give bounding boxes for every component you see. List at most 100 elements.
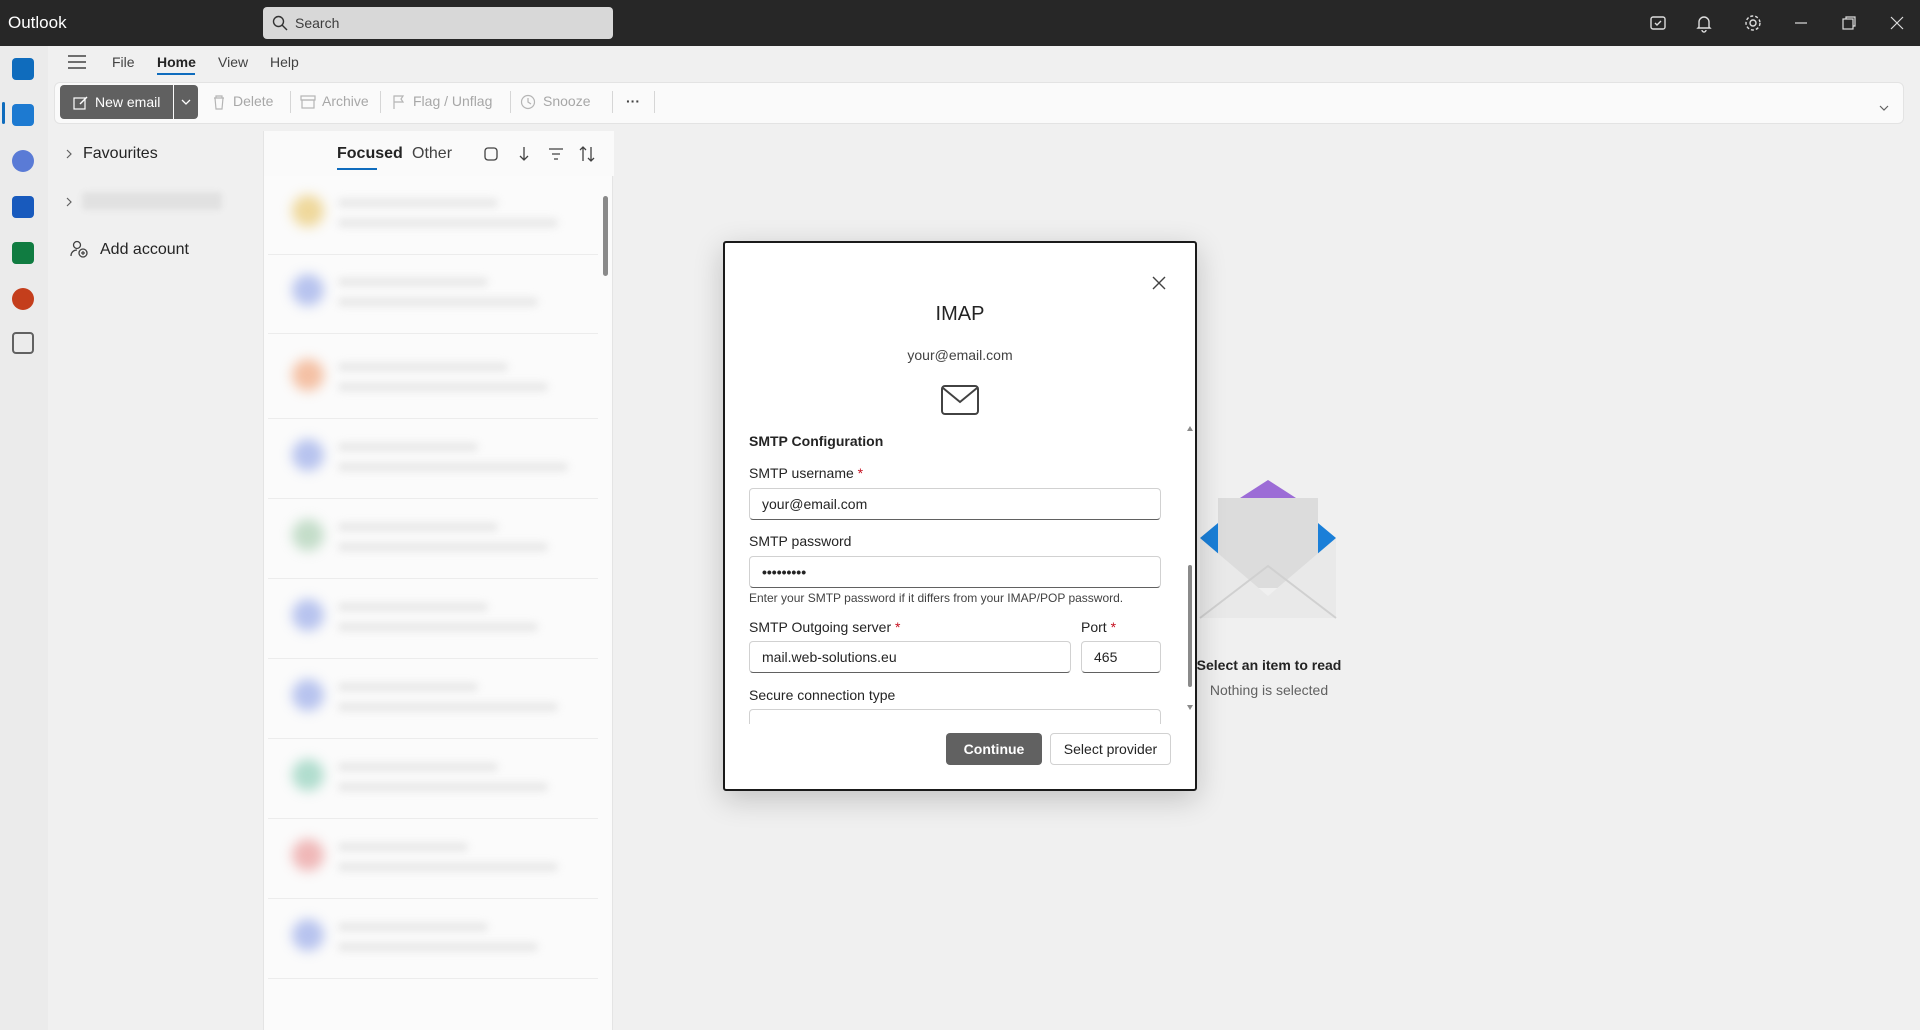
avatar [292, 599, 324, 631]
menu-file[interactable]: File [112, 54, 135, 70]
search-icon [272, 15, 288, 31]
powerpoint-app-icon[interactable] [12, 288, 34, 310]
smtp-password-label: SMTP password [749, 533, 852, 549]
compose-icon [73, 96, 88, 110]
empty-mail-illustration [1199, 480, 1337, 619]
account-name-redacted[interactable] [82, 192, 222, 210]
imap-setup-dialog: IMAP your@email.com SMTP Configuration S… [723, 241, 1197, 791]
list-item[interactable] [268, 661, 598, 739]
rail-active-indicator [2, 102, 5, 124]
avatar [292, 839, 324, 871]
add-account-icon [70, 240, 88, 258]
delete-icon [214, 95, 224, 110]
minimize-icon[interactable] [1791, 13, 1811, 33]
smtp-password-field[interactable]: ••••••••• [749, 556, 1161, 588]
avatar [292, 679, 324, 711]
continue-button[interactable]: Continue [946, 733, 1042, 765]
list-item[interactable] [268, 341, 598, 419]
message-sender-redacted [338, 843, 468, 851]
chevron-right-icon[interactable] [64, 149, 74, 159]
archive-button[interactable]: Archive [322, 93, 369, 109]
menu-home-indicator [157, 73, 195, 75]
dialog-scroll-down-icon[interactable] [1187, 705, 1193, 710]
message-subject-redacted [338, 383, 548, 391]
ribbon-separator [510, 91, 511, 113]
dialog-scrollbar[interactable] [1188, 565, 1192, 687]
excel-app-icon[interactable] [12, 242, 34, 264]
clock-icon [520, 94, 536, 110]
new-email-dropdown[interactable] [174, 85, 198, 119]
secure-connection-select[interactable] [749, 709, 1161, 724]
message-sender-redacted [338, 763, 498, 771]
hamburger-icon[interactable] [68, 55, 86, 69]
list-item[interactable] [268, 256, 598, 334]
avatar [292, 439, 324, 471]
calendar-app-icon[interactable] [12, 104, 34, 126]
menu-home[interactable]: Home [157, 54, 196, 70]
tab-focused[interactable]: Focused [337, 145, 403, 163]
dialog-title: IMAP [935, 303, 985, 325]
list-item[interactable] [268, 821, 598, 899]
word-app-icon[interactable] [12, 196, 34, 218]
title-bar: Outlook Search [0, 0, 1920, 46]
ribbon-separator [290, 91, 291, 113]
filter-icon[interactable] [547, 145, 565, 163]
select-provider-button[interactable]: Select provider [1050, 733, 1171, 765]
message-subject-redacted [338, 783, 548, 791]
list-item[interactable] [268, 581, 598, 659]
secure-connection-label: Secure connection type [749, 687, 896, 703]
chevron-right-icon[interactable] [64, 197, 74, 207]
port-field[interactable]: 465 [1081, 641, 1161, 673]
smtp-password-hint: Enter your SMTP password if it differs f… [749, 591, 1124, 605]
menu-help[interactable]: Help [270, 54, 299, 70]
message-subject-redacted [338, 298, 538, 306]
snooze-button[interactable]: Snooze [543, 93, 590, 109]
dialog-scroll-up-icon[interactable] [1187, 426, 1193, 431]
smtp-username-label: SMTP username * [749, 465, 864, 481]
close-window-icon[interactable] [1887, 13, 1907, 33]
tab-focused-indicator [337, 168, 377, 170]
smtp-username-field[interactable]: your@email.com [749, 488, 1161, 520]
message-list-header: Focused Other [264, 131, 614, 176]
new-email-label: New email [95, 94, 161, 110]
restore-icon[interactable] [1839, 13, 1859, 33]
dialog-account-email: your@email.com [907, 347, 1013, 363]
new-email-button[interactable]: New email [60, 85, 173, 119]
ribbon-separator [380, 91, 381, 113]
more-options-button[interactable]: ··· [626, 93, 640, 109]
flag-button[interactable]: Flag / Unflag [413, 93, 492, 109]
add-account-link[interactable]: Add account [100, 241, 189, 259]
bell-icon[interactable] [1694, 13, 1714, 33]
tab-other[interactable]: Other [412, 145, 452, 163]
message-sender-redacted [338, 923, 488, 931]
people-app-icon[interactable] [12, 150, 34, 172]
avatar [292, 274, 324, 306]
avatar [292, 195, 324, 227]
message-list: Focused Other [263, 131, 614, 1030]
menu-view[interactable]: View [218, 54, 248, 70]
search-box[interactable]: Search [263, 7, 613, 39]
ribbon-separator [654, 91, 655, 113]
jump-icon[interactable] [515, 145, 533, 163]
list-item[interactable] [268, 421, 598, 499]
list-item[interactable] [268, 177, 598, 255]
message-list-scrollbar[interactable] [603, 196, 608, 276]
select-icon[interactable] [482, 145, 500, 163]
list-item[interactable] [268, 501, 598, 579]
list-item[interactable] [268, 741, 598, 819]
list-item[interactable] [268, 901, 598, 979]
archive-icon [300, 95, 316, 109]
sort-icon[interactable] [578, 145, 596, 163]
ribbon-expand-icon[interactable] [1879, 104, 1889, 112]
delete-button[interactable]: Delete [233, 93, 273, 109]
gear-icon[interactable] [1743, 13, 1763, 33]
message-sender-redacted [338, 199, 498, 207]
close-icon[interactable] [1151, 275, 1167, 291]
apps-icon[interactable] [12, 332, 34, 354]
smtp-server-field[interactable]: mail.web-solutions.eu [749, 641, 1071, 673]
folder-favourites[interactable]: Favourites [83, 145, 158, 163]
mail-app-icon[interactable] [12, 58, 34, 80]
message-subject-redacted [338, 703, 558, 711]
my-day-icon[interactable] [1648, 13, 1668, 33]
flag-icon [393, 95, 405, 109]
